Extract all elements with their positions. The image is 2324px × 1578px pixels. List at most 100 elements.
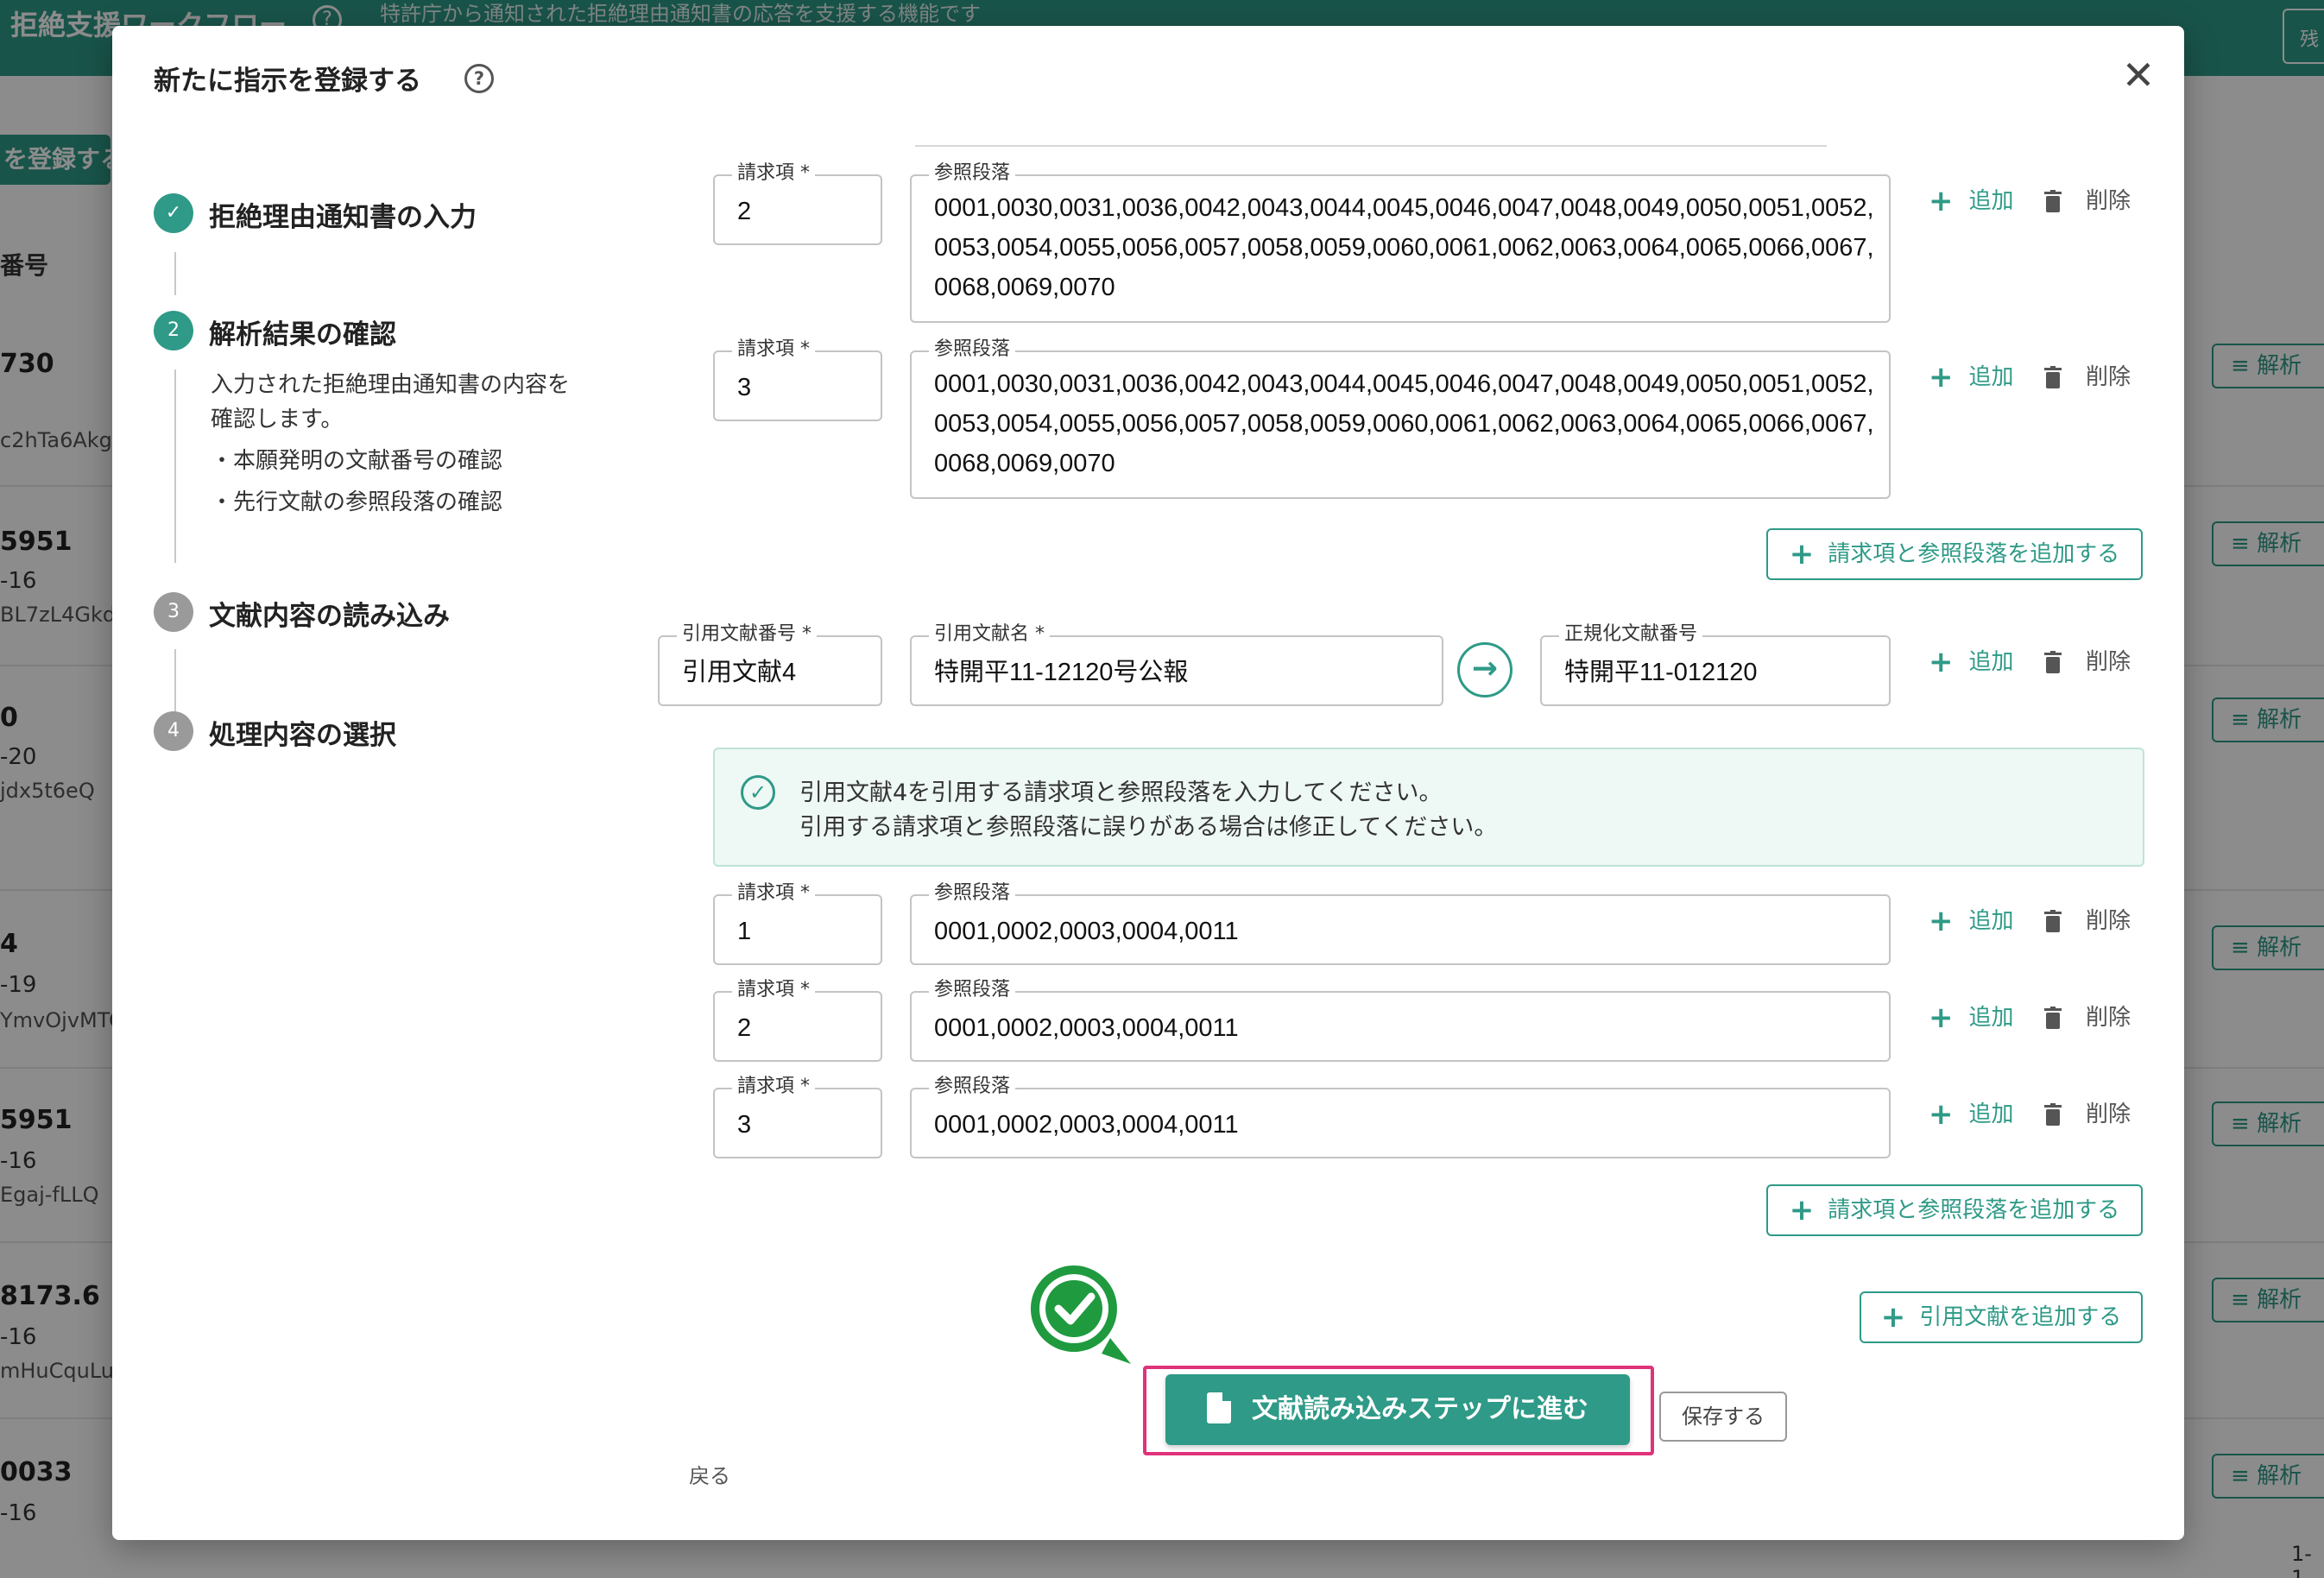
add-label: 追加 [1968,364,2014,390]
claim-label: 請求項 * [732,882,815,905]
step-2-description-line: 確認します。 [211,407,344,432]
trash-icon [2044,190,2062,212]
arrow-right-icon[interactable]: → [1457,642,1512,697]
plus-icon: + [1789,1193,1815,1228]
add-cited-document-button[interactable]: + 引用文献を追加する [1860,1291,2143,1343]
plus-icon: + [1929,645,1954,679]
add-claim-paragraph-button[interactable]: + 請求項と参照段落を追加する [1766,528,2143,580]
delete-row-button[interactable]: 削除 [2044,359,2131,391]
register-instruction-modal: 新たに指示を登録する ? ✕ ✓ 拒絶理由通知書の入力 2 解析結果の確認 入力… [112,26,2184,1540]
claim-value: 3 [737,374,752,401]
trash-icon [2044,366,2062,388]
delete-label: 削除 [2086,1101,2131,1127]
paragraph-label: 参照段落 [929,979,1016,1001]
add-claim-paragraph-label: 請求項と参照段落を追加する [1828,541,2120,567]
step-number-2: 2 [154,311,193,350]
add-label: 追加 [1968,1101,2014,1127]
paragraph-value: 0001,0002,0003,0004,0011 [934,918,1239,945]
paragraph-label: 参照段落 [929,338,1016,361]
step-label-2: 解析結果の確認 [209,319,396,350]
plus-icon: + [1929,904,1954,938]
save-button[interactable]: 保存する [1659,1392,1787,1442]
step-connector [174,369,176,563]
delete-row-button[interactable]: 削除 [2044,1000,2131,1032]
claim-value: 2 [737,198,752,225]
claim-label: 請求項 * [732,979,815,1001]
normalized-value: 特開平11-012120 [1564,659,1758,686]
claim-value: 3 [737,1111,752,1139]
normalized-number-field[interactable]: 正規化文献番号 特開平11-012120 [1540,623,1891,706]
section-divider [915,145,1827,147]
add-label: 追加 [1968,188,2014,214]
add-cited-row-button[interactable]: + 追加 [1929,644,2014,679]
claim-field[interactable]: 請求項 * 1 [713,882,882,965]
add-label: 追加 [1968,649,2014,675]
claim-label: 請求項 * [732,1076,815,1098]
add-claim-paragraph-button[interactable]: + 請求項と参照段落を追加する [1766,1184,2143,1236]
modal-title: 新たに指示を登録する [154,66,421,97]
delete-label: 削除 [2086,364,2131,390]
help-icon[interactable]: ? [464,64,494,93]
add-label: 追加 [1968,1005,2014,1031]
step-number-3: 3 [154,592,193,632]
plus-icon: + [1929,360,1954,394]
trash-icon [2044,651,2062,673]
step-number-4: 4 [154,711,193,751]
plus-icon: + [1880,1300,1906,1335]
reference-paragraph-field[interactable]: 参照段落 0001,0002,0003,0004,0011 [910,979,1891,1062]
delete-cited-row-button[interactable]: 削除 [2044,644,2131,676]
paragraph-label: 参照段落 [929,1076,1016,1098]
cited-number-field[interactable]: 引用文献番号 * 引用文献4 [658,623,882,706]
step-connector [174,252,176,295]
step-label-3: 文献内容の読み込み [209,601,450,632]
cited-name-field[interactable]: 引用文献名 * 特開平11-12120号公報 [910,623,1443,706]
add-row-button[interactable]: + 追加 [1929,1000,2014,1035]
reference-paragraph-field[interactable]: 参照段落 0001,0030,0031,0036,0042,0043,0044,… [910,338,1891,499]
reference-paragraph-field[interactable]: 参照段落 0001,0002,0003,0004,0011 [910,882,1891,965]
step-2-description-line: 入力された拒絶理由通知書の内容を [211,372,571,398]
step-complete-check-icon: ✓ [154,193,193,233]
delete-row-button[interactable]: 削除 [2044,183,2131,215]
claim-field[interactable]: 請求項 * 2 [713,162,882,245]
claim-field[interactable]: 請求項 * 3 [713,338,882,421]
delete-row-button[interactable]: 削除 [2044,1096,2131,1128]
cited-name-value: 特開平11-12120号公報 [934,659,1189,686]
step-label-1: 拒絶理由通知書の入力 [209,202,477,233]
delete-label: 削除 [2086,908,2131,934]
paragraph-label: 参照段落 [929,882,1016,905]
plus-icon: + [1929,184,1954,218]
normalized-label: 正規化文献番号 [1559,623,1703,646]
add-row-button[interactable]: + 追加 [1929,183,2014,218]
step-connector [174,649,176,715]
claim-value: 2 [737,1014,752,1042]
close-icon[interactable]: ✕ [2117,54,2160,97]
info-message-box: ✓ 引用文献4を引用する請求項と参照段落を入力してください。 引用する請求項と参… [713,748,2144,867]
paragraph-label: 参照段落 [929,162,1016,185]
reference-paragraph-field[interactable]: 参照段落 0001,0002,0003,0004,0011 [910,1076,1891,1158]
claim-value: 1 [737,918,752,945]
step-label-4: 処理内容の選択 [209,720,396,751]
proceed-to-document-loading-button[interactable]: 文献読み込みステップに進む [1165,1374,1630,1445]
plus-icon: + [1929,1097,1954,1132]
proceed-label: 文献読み込みステップに進む [1252,1394,1588,1424]
paragraph-value: 0001,0030,0031,0036,0042,0043,0044,0045,… [934,370,1874,477]
claim-field[interactable]: 請求項 * 2 [713,979,882,1062]
add-row-button[interactable]: + 追加 [1929,359,2014,394]
claim-label: 請求項 * [732,338,815,361]
document-icon [1207,1392,1231,1423]
info-line-2: 引用する請求項と参照段落に誤りがある場合は修正してください。 [799,814,1498,841]
add-row-button[interactable]: + 追加 [1929,1096,2014,1132]
info-line-1: 引用文献4を引用する請求項と参照段落を入力してください。 [799,780,1443,806]
reference-paragraph-field[interactable]: 参照段落 0001,0030,0031,0036,0042,0043,0044,… [910,162,1891,323]
claim-label: 請求項 * [732,162,815,185]
paragraph-value: 0001,0002,0003,0004,0011 [934,1014,1239,1042]
trash-icon [2044,1007,2062,1029]
add-row-button[interactable]: + 追加 [1929,903,2014,938]
delete-label: 削除 [2086,1005,2131,1031]
back-link[interactable]: 戻る [689,1459,730,1489]
delete-row-button[interactable]: 削除 [2044,903,2131,935]
claim-field[interactable]: 請求項 * 3 [713,1076,882,1158]
delete-label: 削除 [2086,188,2131,214]
step-2-description-line: ・先行文献の参照段落の確認 [211,489,503,515]
cited-name-label: 引用文献名 * [929,623,1050,646]
